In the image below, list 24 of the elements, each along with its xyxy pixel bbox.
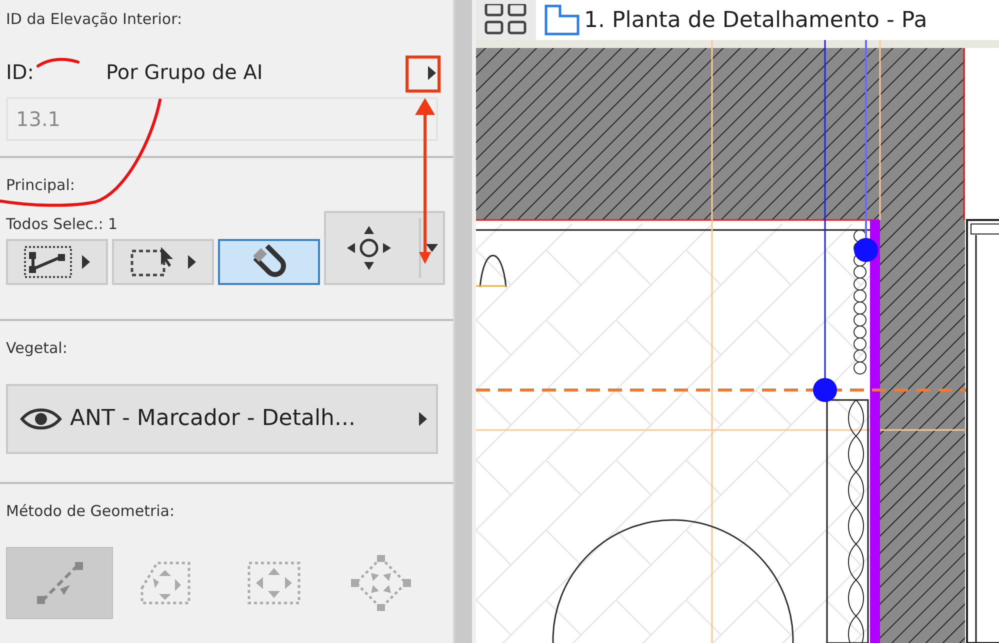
polyline-tool-icon bbox=[23, 245, 73, 279]
section-title: Principal: bbox=[6, 175, 76, 196]
tool-button[interactable] bbox=[6, 239, 108, 285]
floor-plan-icon bbox=[544, 4, 580, 36]
caret-icon bbox=[418, 410, 428, 426]
view-tab[interactable]: 1. Planta de Detalhamento - Pa bbox=[536, 4, 928, 36]
dashed-diamond-icon bbox=[350, 554, 410, 610]
caret-icon bbox=[187, 254, 197, 270]
caret-icon bbox=[425, 243, 439, 253]
caret-icon bbox=[427, 65, 437, 82]
layer-dropdown[interactable]: ANT - Marcador - Detalh... bbox=[6, 384, 438, 454]
annotation-highlight-box bbox=[406, 56, 440, 92]
selection-count: Todos Selec.: 1 bbox=[6, 214, 119, 234]
tool-button[interactable] bbox=[218, 239, 320, 285]
section-title: Método de Geometria: bbox=[6, 501, 176, 522]
section-title: Vegetal: bbox=[6, 338, 68, 359]
section-title: ID da Elevação Interior: bbox=[6, 9, 184, 30]
tool-button[interactable] bbox=[324, 211, 445, 285]
tool-button[interactable] bbox=[112, 239, 214, 285]
eye-icon bbox=[20, 406, 62, 430]
field-label: ID: bbox=[6, 58, 34, 86]
grid-view-icon[interactable] bbox=[483, 4, 529, 36]
scrollbar[interactable] bbox=[455, 0, 472, 643]
caret-icon bbox=[81, 254, 91, 270]
